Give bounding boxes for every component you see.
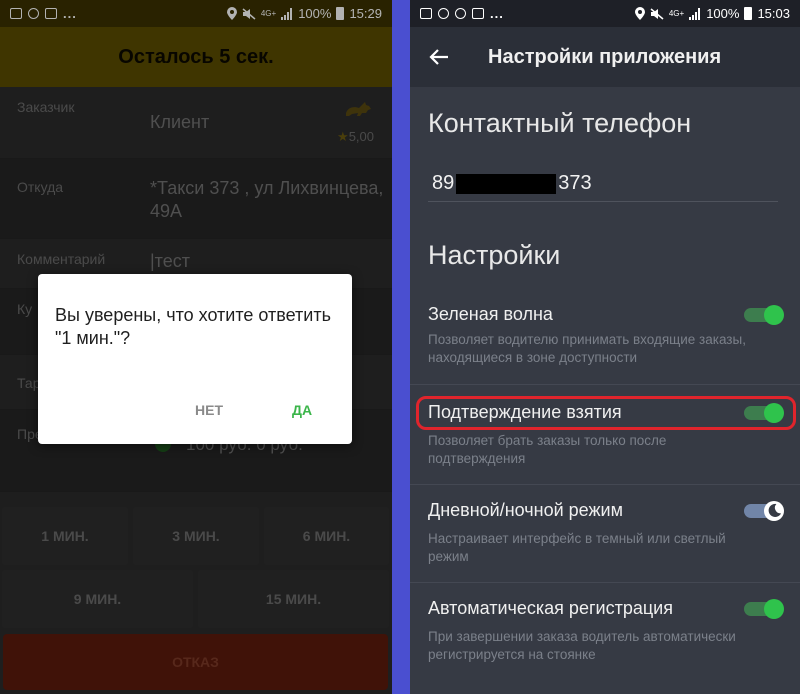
setting-take-confirmation[interactable]: Подтверждение взятия Позволяет брать зак… <box>410 402 800 485</box>
toggle-knob <box>764 599 784 619</box>
dialog-yes-button[interactable]: ДА <box>292 402 312 418</box>
phone-redaction <box>456 173 557 194</box>
network-type: 4G+ <box>668 9 685 18</box>
viber-icon <box>455 8 466 19</box>
setting-auto-registration[interactable]: Автоматическая регистрация При завершени… <box>410 598 800 688</box>
dialog-message: Вы уверены, что хотите ответить "1 мин."… <box>55 305 331 348</box>
notification-icons: ... <box>420 6 504 21</box>
battery-icon <box>744 7 753 20</box>
clock: 15:03 <box>757 6 790 21</box>
app-icon <box>472 8 484 19</box>
app-bar: Настройки приложения <box>410 27 800 87</box>
setting-description: При завершении заказа водитель автоматич… <box>428 629 736 663</box>
setting-title: Дневной/ночной режим <box>428 500 623 520</box>
mute-icon <box>650 7 664 20</box>
take-confirmation-toggle[interactable] <box>744 403 784 423</box>
toggle-knob <box>764 305 784 325</box>
setting-description: Настраивает интерфейс в темный или светл… <box>428 531 726 565</box>
setting-title: Зеленая волна <box>428 304 553 324</box>
divider <box>410 582 800 583</box>
status-bar: ... 4G+ 100% 15:03 <box>410 0 800 27</box>
confirm-dialog: Вы уверены, что хотите ответить "1 мин."… <box>38 274 352 444</box>
phone-underline <box>428 201 778 202</box>
left-phone-screen: ... 4G+ 100% 15:29 Осталось 5 сек. Заказ… <box>0 0 392 694</box>
more-notifications-icon: ... <box>490 6 504 21</box>
toggle-knob <box>764 403 784 423</box>
right-phone-screen: ... 4G+ 100% 15:03 Настройки приложения … <box>410 0 800 694</box>
phone-suffix: 373 <box>558 172 592 194</box>
location-icon <box>634 7 645 20</box>
contact-phone-field[interactable]: 89 373 <box>432 172 592 195</box>
dialog-no-button[interactable]: НЕТ <box>195 402 223 418</box>
battery-percent: 100% <box>706 6 740 21</box>
setting-day-night-mode[interactable]: Дневной/ночной режим Настраивает интерфе… <box>410 500 800 583</box>
whatsapp-icon <box>438 8 449 19</box>
settings-section-title: Настройки <box>428 240 561 270</box>
setting-title: Подтверждение взятия <box>428 402 622 422</box>
phone-prefix: 89 <box>432 172 455 194</box>
signal-icon <box>689 7 701 20</box>
day-night-toggle[interactable] <box>744 501 784 521</box>
setting-green-wave[interactable]: Зеленая волна Позволяет водителю принима… <box>410 304 800 386</box>
divider <box>410 484 800 485</box>
page-title: Настройки приложения <box>488 45 722 68</box>
moon-icon <box>768 503 782 517</box>
toggle-knob <box>764 501 784 521</box>
image-icon <box>420 8 432 19</box>
setting-description: Позволяет водителю принимать входящие за… <box>428 332 746 366</box>
green-wave-toggle[interactable] <box>744 305 784 325</box>
contact-section-title: Контактный телефон <box>428 108 692 138</box>
auto-registration-toggle[interactable] <box>744 599 784 619</box>
back-arrow-icon[interactable] <box>428 46 450 68</box>
setting-title: Автоматическая регистрация <box>428 598 673 618</box>
setting-description: Позволяет брать заказы только после подт… <box>428 433 667 467</box>
divider <box>410 384 800 385</box>
